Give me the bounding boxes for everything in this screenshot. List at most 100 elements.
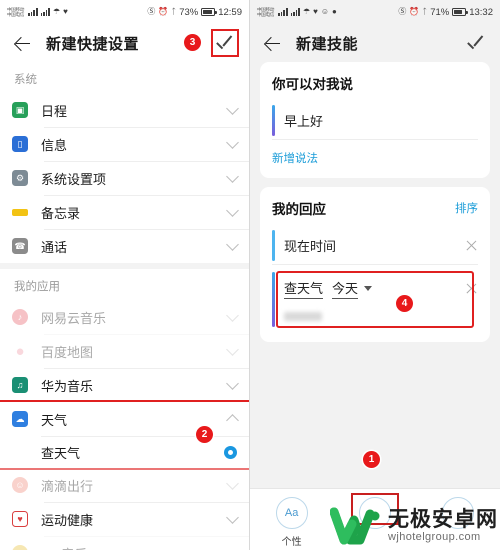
- accent-bar: [272, 272, 275, 327]
- chevron-down-icon[interactable]: [226, 135, 239, 149]
- chevron-up-icon[interactable]: [226, 413, 239, 427]
- weather-action-text[interactable]: 查天气: [284, 278, 324, 299]
- weather-day-select[interactable]: 今天: [332, 278, 359, 299]
- sort-link[interactable]: 排序: [455, 200, 478, 216]
- sub-item-check-weather[interactable]: 查天气: [0, 436, 249, 468]
- alarm-icon: ⏰: [409, 7, 420, 16]
- carrier-labels: 中国移动 中国电信: [7, 7, 24, 18]
- confirm-check-button[interactable]: [211, 29, 239, 57]
- list-item-qq-music[interactable]: ♪ QQ音乐: [0, 536, 249, 550]
- say-entry[interactable]: 早上好: [272, 102, 478, 140]
- list-item-baidu-map[interactable]: ● 百度地图: [0, 334, 249, 368]
- list-item-notes[interactable]: 备忘录: [0, 195, 249, 229]
- watermark-url: wjhotelgroup.com: [388, 531, 481, 543]
- card-title-say: 你可以对我说: [272, 77, 353, 92]
- calendar-icon: ▣: [12, 102, 28, 118]
- dual-screenshot: 中国移动 中国电信 ☂ ♥ Ⓢ ⏰ ᛏ 73% 12:59 新建快捷设置 3 系…: [0, 0, 500, 550]
- radio-selected-icon[interactable]: [224, 445, 237, 459]
- battery-icon-left: [201, 8, 217, 16]
- accent-bar: [272, 105, 275, 136]
- chevron-down-icon[interactable]: [226, 476, 239, 490]
- right-content: 你可以对我说 早上好 新增说法 我的回应 排序 现在时间 查天气 今天 4: [250, 62, 500, 342]
- response-entry-time[interactable]: 现在时间: [272, 227, 478, 265]
- bluetooth-icon: ᛏ: [422, 7, 428, 16]
- huawei-music-icon: ♫: [12, 377, 28, 393]
- font-size-icon[interactable]: Aa: [275, 497, 308, 529]
- page-title-left: 新建快捷设置: [46, 35, 140, 53]
- chevron-down-icon[interactable]: [226, 203, 239, 217]
- chevron-down-icon[interactable]: [226, 544, 239, 550]
- person-icon: ☺: [320, 7, 330, 16]
- sub-item-label: 查天气: [41, 445, 81, 461]
- blurred-value: [284, 312, 322, 321]
- step-badge-3: 3: [184, 34, 201, 51]
- response-entry-weather[interactable]: 查天气 今天: [272, 269, 478, 330]
- list-item-netease-music[interactable]: ♪ 网易云音乐: [0, 300, 249, 334]
- chevron-down-icon[interactable]: [364, 286, 373, 291]
- chevron-down-icon[interactable]: [226, 169, 239, 183]
- notes-icon: [12, 208, 28, 216]
- card-title-response: 我的回应 排序: [272, 198, 478, 218]
- list-item-label: 华为音乐: [41, 378, 94, 394]
- section-header-my-apps: 我的应用: [14, 281, 60, 293]
- status-left-icons: ☂ ♥ ☺ ●: [278, 8, 337, 16]
- carrier-labels: 中国移动 中国电信: [257, 7, 274, 18]
- signal-bars-2-icon: [290, 8, 300, 16]
- status-bar-right: 中国移动 中国电信 ☂ ♥ ☺ ● Ⓢ ⏰ ᛏ 71% 13:32: [250, 0, 500, 24]
- list-item-label: 运动健康: [41, 512, 94, 528]
- clock-left: 12:59: [218, 6, 242, 18]
- add-phrase-link[interactable]: 新增说法: [272, 150, 478, 166]
- signal-bars-1-icon: [278, 8, 288, 16]
- battery-percent-right: 71%: [430, 6, 450, 18]
- list-item-message[interactable]: ▯ 信息: [0, 127, 249, 161]
- chevron-down-icon[interactable]: [226, 308, 239, 322]
- settings-icon: ⚙: [12, 170, 28, 186]
- confirm-check-button[interactable]: [464, 31, 488, 55]
- back-icon[interactable]: [12, 32, 34, 54]
- list-item-calendar[interactable]: ▣ 日程: [0, 93, 249, 127]
- status-right-icons: Ⓢ ⏰ ᛏ 73% 12:59: [147, 7, 242, 18]
- list-item-didi[interactable]: ☺ 滴滴出行: [0, 468, 249, 502]
- signal-bars-2-icon: [40, 8, 50, 16]
- list-item-label: 滴滴出行: [41, 478, 94, 494]
- close-icon[interactable]: [465, 282, 478, 295]
- chevron-down-icon[interactable]: [226, 101, 239, 115]
- accent-bar: [272, 230, 275, 261]
- step-badge-2: 2: [196, 426, 213, 443]
- list-item-label: 信息: [41, 137, 68, 153]
- list-item-label: 通话: [41, 239, 68, 255]
- chevron-down-icon[interactable]: [226, 342, 239, 356]
- no-sound-icon: Ⓢ: [147, 7, 156, 16]
- nav-item-personality[interactable]: Aa 个性: [262, 497, 322, 548]
- response-entry-text: 现在时间: [284, 239, 337, 254]
- list-item-label: 日程: [41, 103, 68, 119]
- chevron-down-icon[interactable]: [226, 376, 239, 390]
- step-badge-4: 4: [396, 295, 413, 312]
- phone-icon: ☎: [12, 238, 28, 254]
- chevron-down-icon[interactable]: [226, 510, 239, 524]
- page-title-right: 新建技能: [296, 35, 359, 53]
- clock-right: 13:32: [469, 6, 493, 18]
- map-pin-icon: ●: [15, 342, 25, 360]
- chevron-down-icon[interactable]: [226, 237, 239, 251]
- bluetooth-icon: ᛏ: [171, 7, 177, 16]
- list-item-system-settings[interactable]: ⚙ 系统设置项: [0, 161, 249, 195]
- back-icon[interactable]: [262, 32, 284, 54]
- no-sound-icon: Ⓢ: [398, 7, 407, 16]
- status-bar-left: 中国移动 中国电信 ☂ ♥ Ⓢ ⏰ ᛏ 73% 12:59: [0, 0, 249, 24]
- my-response-card: 我的回应 排序 现在时间 查天气 今天 4: [260, 187, 490, 342]
- list-item-huawei-music[interactable]: ♫ 华为音乐: [0, 368, 249, 402]
- list-item-health[interactable]: ♥ 运动健康: [0, 502, 249, 536]
- section-header-system: 系统: [14, 74, 37, 86]
- close-icon[interactable]: [465, 239, 478, 252]
- list-item-label: QQ音乐: [41, 544, 87, 550]
- weather-group-highlighted[interactable]: ☁ 天气 查天气 2: [0, 400, 249, 470]
- list-item-label: 天气: [41, 412, 68, 428]
- vpn-icon: ♥: [313, 7, 318, 16]
- list-item-call[interactable]: ☎ 通话: [0, 229, 249, 263]
- watermark: 无极安卓网 wjhotelgroup.com: [329, 504, 498, 548]
- nav-item-label: 个性: [281, 537, 302, 548]
- alarm-icon: ⏰: [158, 7, 169, 16]
- step-badge-1: 1: [363, 451, 380, 468]
- list-item-label: 网易云音乐: [41, 310, 107, 326]
